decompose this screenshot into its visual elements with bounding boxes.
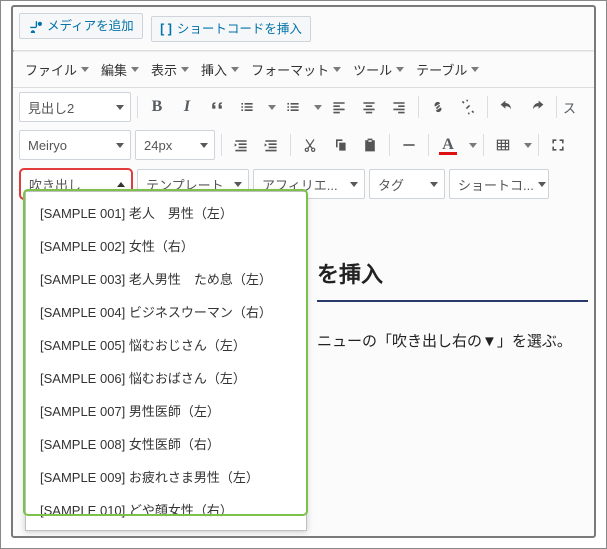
font-size-select[interactable]: 24px xyxy=(135,130,215,160)
undo-button[interactable] xyxy=(494,94,520,120)
dropdown-item[interactable]: [SAMPLE 008] 女性医師（右） xyxy=(26,427,306,460)
dropdown-item[interactable]: [SAMPLE 002] 女性（右） xyxy=(26,229,306,262)
block-format-value: 見出し2 xyxy=(28,98,74,117)
divider xyxy=(538,134,539,156)
chevron-down-icon xyxy=(469,143,477,148)
dropdown-item[interactable]: [SAMPLE 004] ビジネスウーマン（右） xyxy=(26,295,306,328)
menu-table[interactable]: テーブル xyxy=(410,56,485,83)
menu-edit[interactable]: 編集 xyxy=(95,56,145,83)
divider xyxy=(428,134,429,156)
text-color-swatch xyxy=(439,152,457,155)
menu-file[interactable]: ファイル xyxy=(19,56,95,83)
menu-format[interactable]: フォーマット xyxy=(245,56,347,83)
font-family-select[interactable]: Meiryo xyxy=(19,130,131,160)
menubar: ファイル 編集 表示 挿入 フォーマット ツール テーブル xyxy=(13,52,594,88)
divider xyxy=(137,96,138,118)
indent-button[interactable] xyxy=(258,132,284,158)
media-icon xyxy=(28,19,42,33)
font-size-value: 24px xyxy=(144,138,172,153)
chevron-down-icon xyxy=(396,67,404,72)
chevron-down-icon xyxy=(471,67,479,72)
shortcode-icon: [ ] xyxy=(160,20,172,38)
content-body-suffix: ニューの「吹き出し右の▼」を選ぶ。 xyxy=(317,330,588,354)
chevron-down-icon xyxy=(200,143,208,148)
insert-shortcode-label: ショートコードを挿入 xyxy=(177,20,302,38)
chevron-down-icon xyxy=(231,67,239,72)
dropdown-item[interactable]: [SAMPLE 003] 老人男性 ため息（左） xyxy=(26,262,306,295)
divider xyxy=(418,96,419,118)
chevron-down-icon xyxy=(268,105,276,110)
dropdown-item[interactable]: [SAMPLE 009] お疲れさま男性（左） xyxy=(26,460,306,493)
add-media-label: メディアを追加 xyxy=(47,17,134,35)
dropdown-item[interactable]: [SAMPLE 007] 男性医師（左） xyxy=(26,394,306,427)
align-right-button[interactable] xyxy=(386,94,412,120)
align-left-button[interactable] xyxy=(326,94,352,120)
fukidashi-dropdown: [SAMPLE 001] 老人 男性（左） [SAMPLE 002] 女性（右）… xyxy=(25,191,307,531)
divider xyxy=(290,134,291,156)
chevron-down-icon xyxy=(81,67,89,72)
chevron-down-icon xyxy=(116,143,124,148)
add-media-button[interactable]: メディアを追加 xyxy=(19,13,143,39)
divider xyxy=(556,96,557,118)
font-family-value: Meiryo xyxy=(28,138,67,153)
paste-button[interactable] xyxy=(357,132,383,158)
link-button[interactable] xyxy=(425,94,451,120)
chevron-up-icon xyxy=(117,182,125,187)
insert-table-button[interactable] xyxy=(490,132,516,158)
numbered-list-button[interactable] xyxy=(280,94,306,120)
content-heading-suffix: を挿入 xyxy=(317,257,588,292)
chevron-down-icon xyxy=(333,67,341,72)
cut-button[interactable] xyxy=(297,132,323,158)
divider xyxy=(487,96,488,118)
chevron-down-icon xyxy=(314,105,322,110)
chevron-down-icon xyxy=(131,67,139,72)
editor-content[interactable]: を挿入 ニューの「吹き出し右の▼」を選ぶ。 xyxy=(317,185,588,354)
insert-shortcode-button[interactable]: [ ] ショートコードを挿入 xyxy=(151,16,311,42)
chevron-down-icon xyxy=(234,182,242,187)
dropdown-item[interactable]: [SAMPLE 006] 悩むおばさん（左） xyxy=(26,361,306,394)
outdent-button[interactable] xyxy=(228,132,254,158)
divider xyxy=(389,134,390,156)
italic-button[interactable]: I xyxy=(174,94,200,120)
menu-tools[interactable]: ツール xyxy=(347,56,410,83)
text-color-button[interactable]: A xyxy=(435,132,461,158)
divider xyxy=(483,134,484,156)
hr-button[interactable] xyxy=(396,132,422,158)
unlink-button[interactable] xyxy=(455,94,481,120)
fullscreen-button[interactable] xyxy=(545,132,571,158)
chevron-down-icon xyxy=(181,67,189,72)
heading-underline xyxy=(317,300,588,302)
chevron-down-icon xyxy=(524,143,532,148)
chevron-down-icon xyxy=(116,105,124,110)
copy-button[interactable] xyxy=(327,132,353,158)
bold-button[interactable]: B xyxy=(144,94,170,120)
menu-view[interactable]: 表示 xyxy=(145,56,195,83)
align-center-button[interactable] xyxy=(356,94,382,120)
toolbar-truncated-right: ス xyxy=(563,98,576,117)
block-format-select[interactable]: 見出し2 xyxy=(19,92,131,122)
menu-insert[interactable]: 挿入 xyxy=(195,56,245,83)
dropdown-item[interactable]: [SAMPLE 005] 悩むおじさん（左） xyxy=(26,328,306,361)
bullet-list-button[interactable] xyxy=(234,94,260,120)
redo-button[interactable] xyxy=(524,94,550,120)
blockquote-button[interactable] xyxy=(204,94,230,120)
dropdown-item[interactable]: [SAMPLE 001] 老人 男性（左） xyxy=(26,196,306,229)
divider xyxy=(221,134,222,156)
dropdown-item[interactable]: [SAMPLE 010] どや顔女性（右） xyxy=(26,493,306,526)
